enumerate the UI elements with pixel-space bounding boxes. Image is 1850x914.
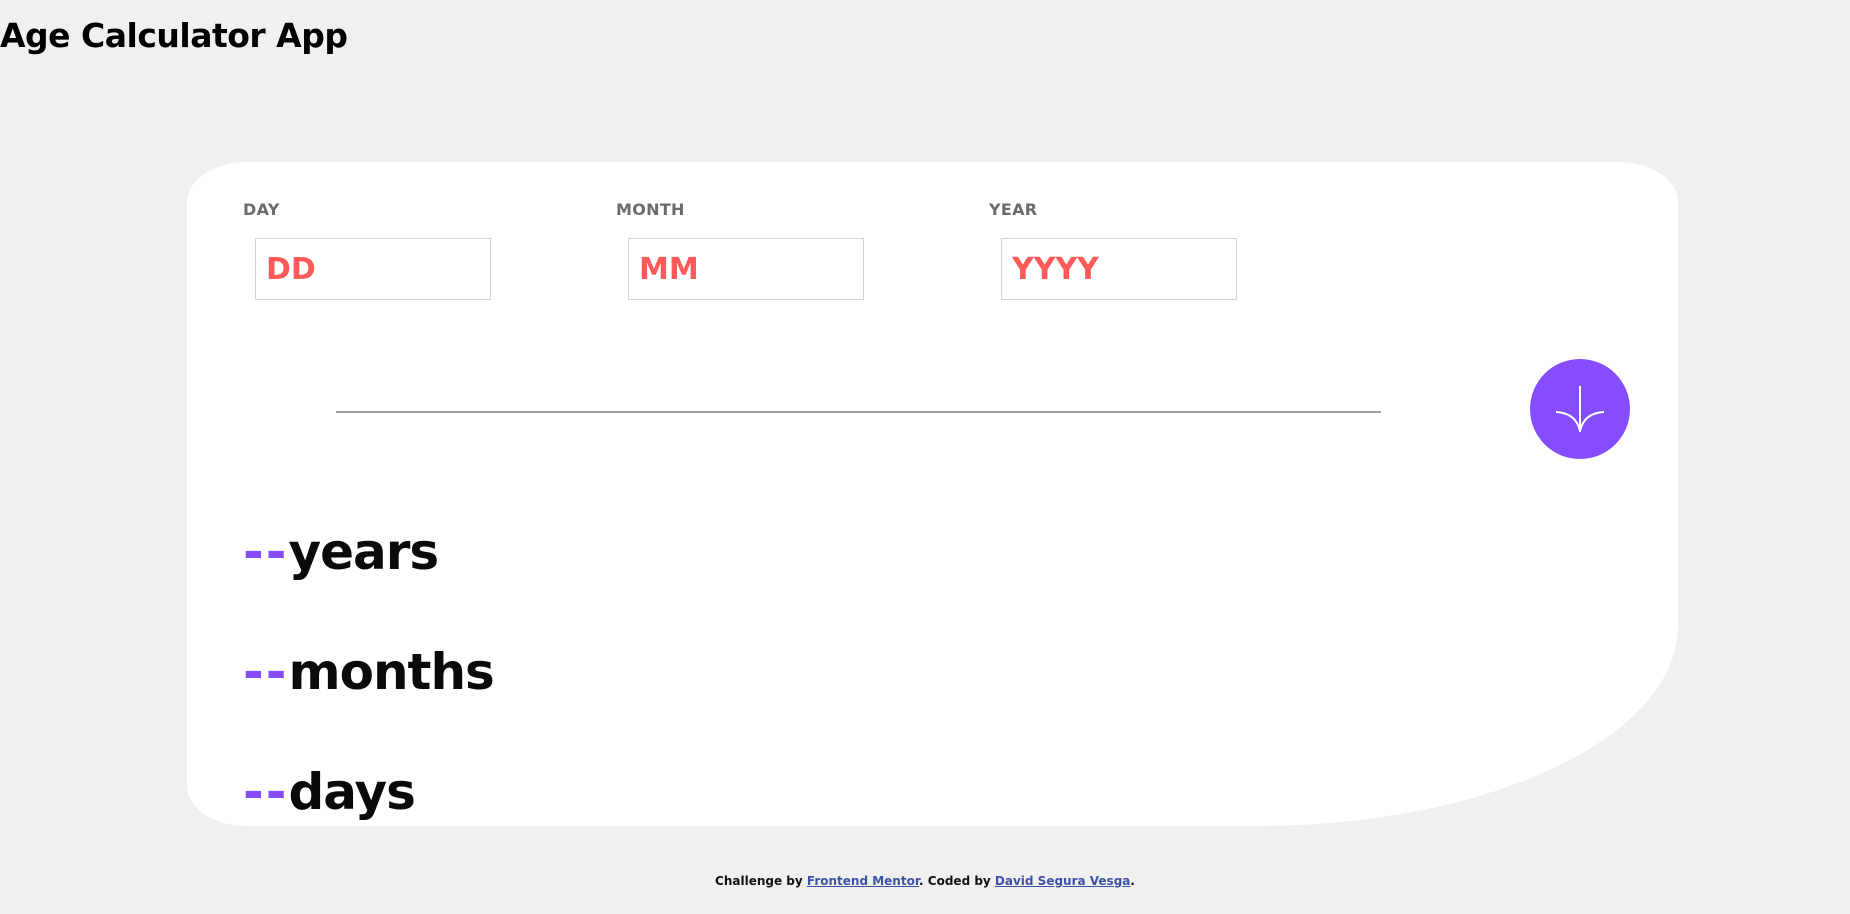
month-input[interactable] (628, 238, 864, 300)
footer-prefix: Challenge by (715, 874, 807, 888)
footer-middle: . Coded by (919, 874, 995, 888)
days-value: -- (243, 763, 289, 821)
result-years: --years (243, 527, 439, 577)
submit-button[interactable] (1530, 359, 1630, 459)
result-days: --days (243, 767, 416, 817)
year-input[interactable] (1001, 238, 1237, 300)
year-label: YEAR (989, 200, 1038, 219)
years-unit: years (288, 523, 440, 581)
frontend-mentor-link[interactable]: Frontend Mentor (807, 874, 919, 888)
day-input[interactable] (255, 238, 491, 300)
months-unit: months (288, 643, 495, 701)
months-value: -- (243, 643, 289, 701)
author-link[interactable]: David Segura Vesga (995, 874, 1130, 888)
day-label: DAY (243, 200, 280, 219)
result-months: --months (243, 647, 495, 697)
month-field: MONTH (616, 200, 864, 300)
day-field: DAY (243, 200, 491, 300)
attribution-footer: Challenge by Frontend Mentor. Coded by D… (0, 874, 1850, 888)
years-value: -- (243, 523, 289, 581)
app-title: Age Calculator App (0, 16, 348, 55)
footer-suffix: . (1130, 874, 1135, 888)
calculator-card: DAY MONTH YEAR --years --months --days (187, 162, 1678, 826)
arrow-down-icon (1554, 383, 1606, 435)
year-field: YEAR (989, 200, 1237, 300)
divider (336, 411, 1381, 413)
days-unit: days (288, 763, 416, 821)
month-label: MONTH (616, 200, 685, 219)
